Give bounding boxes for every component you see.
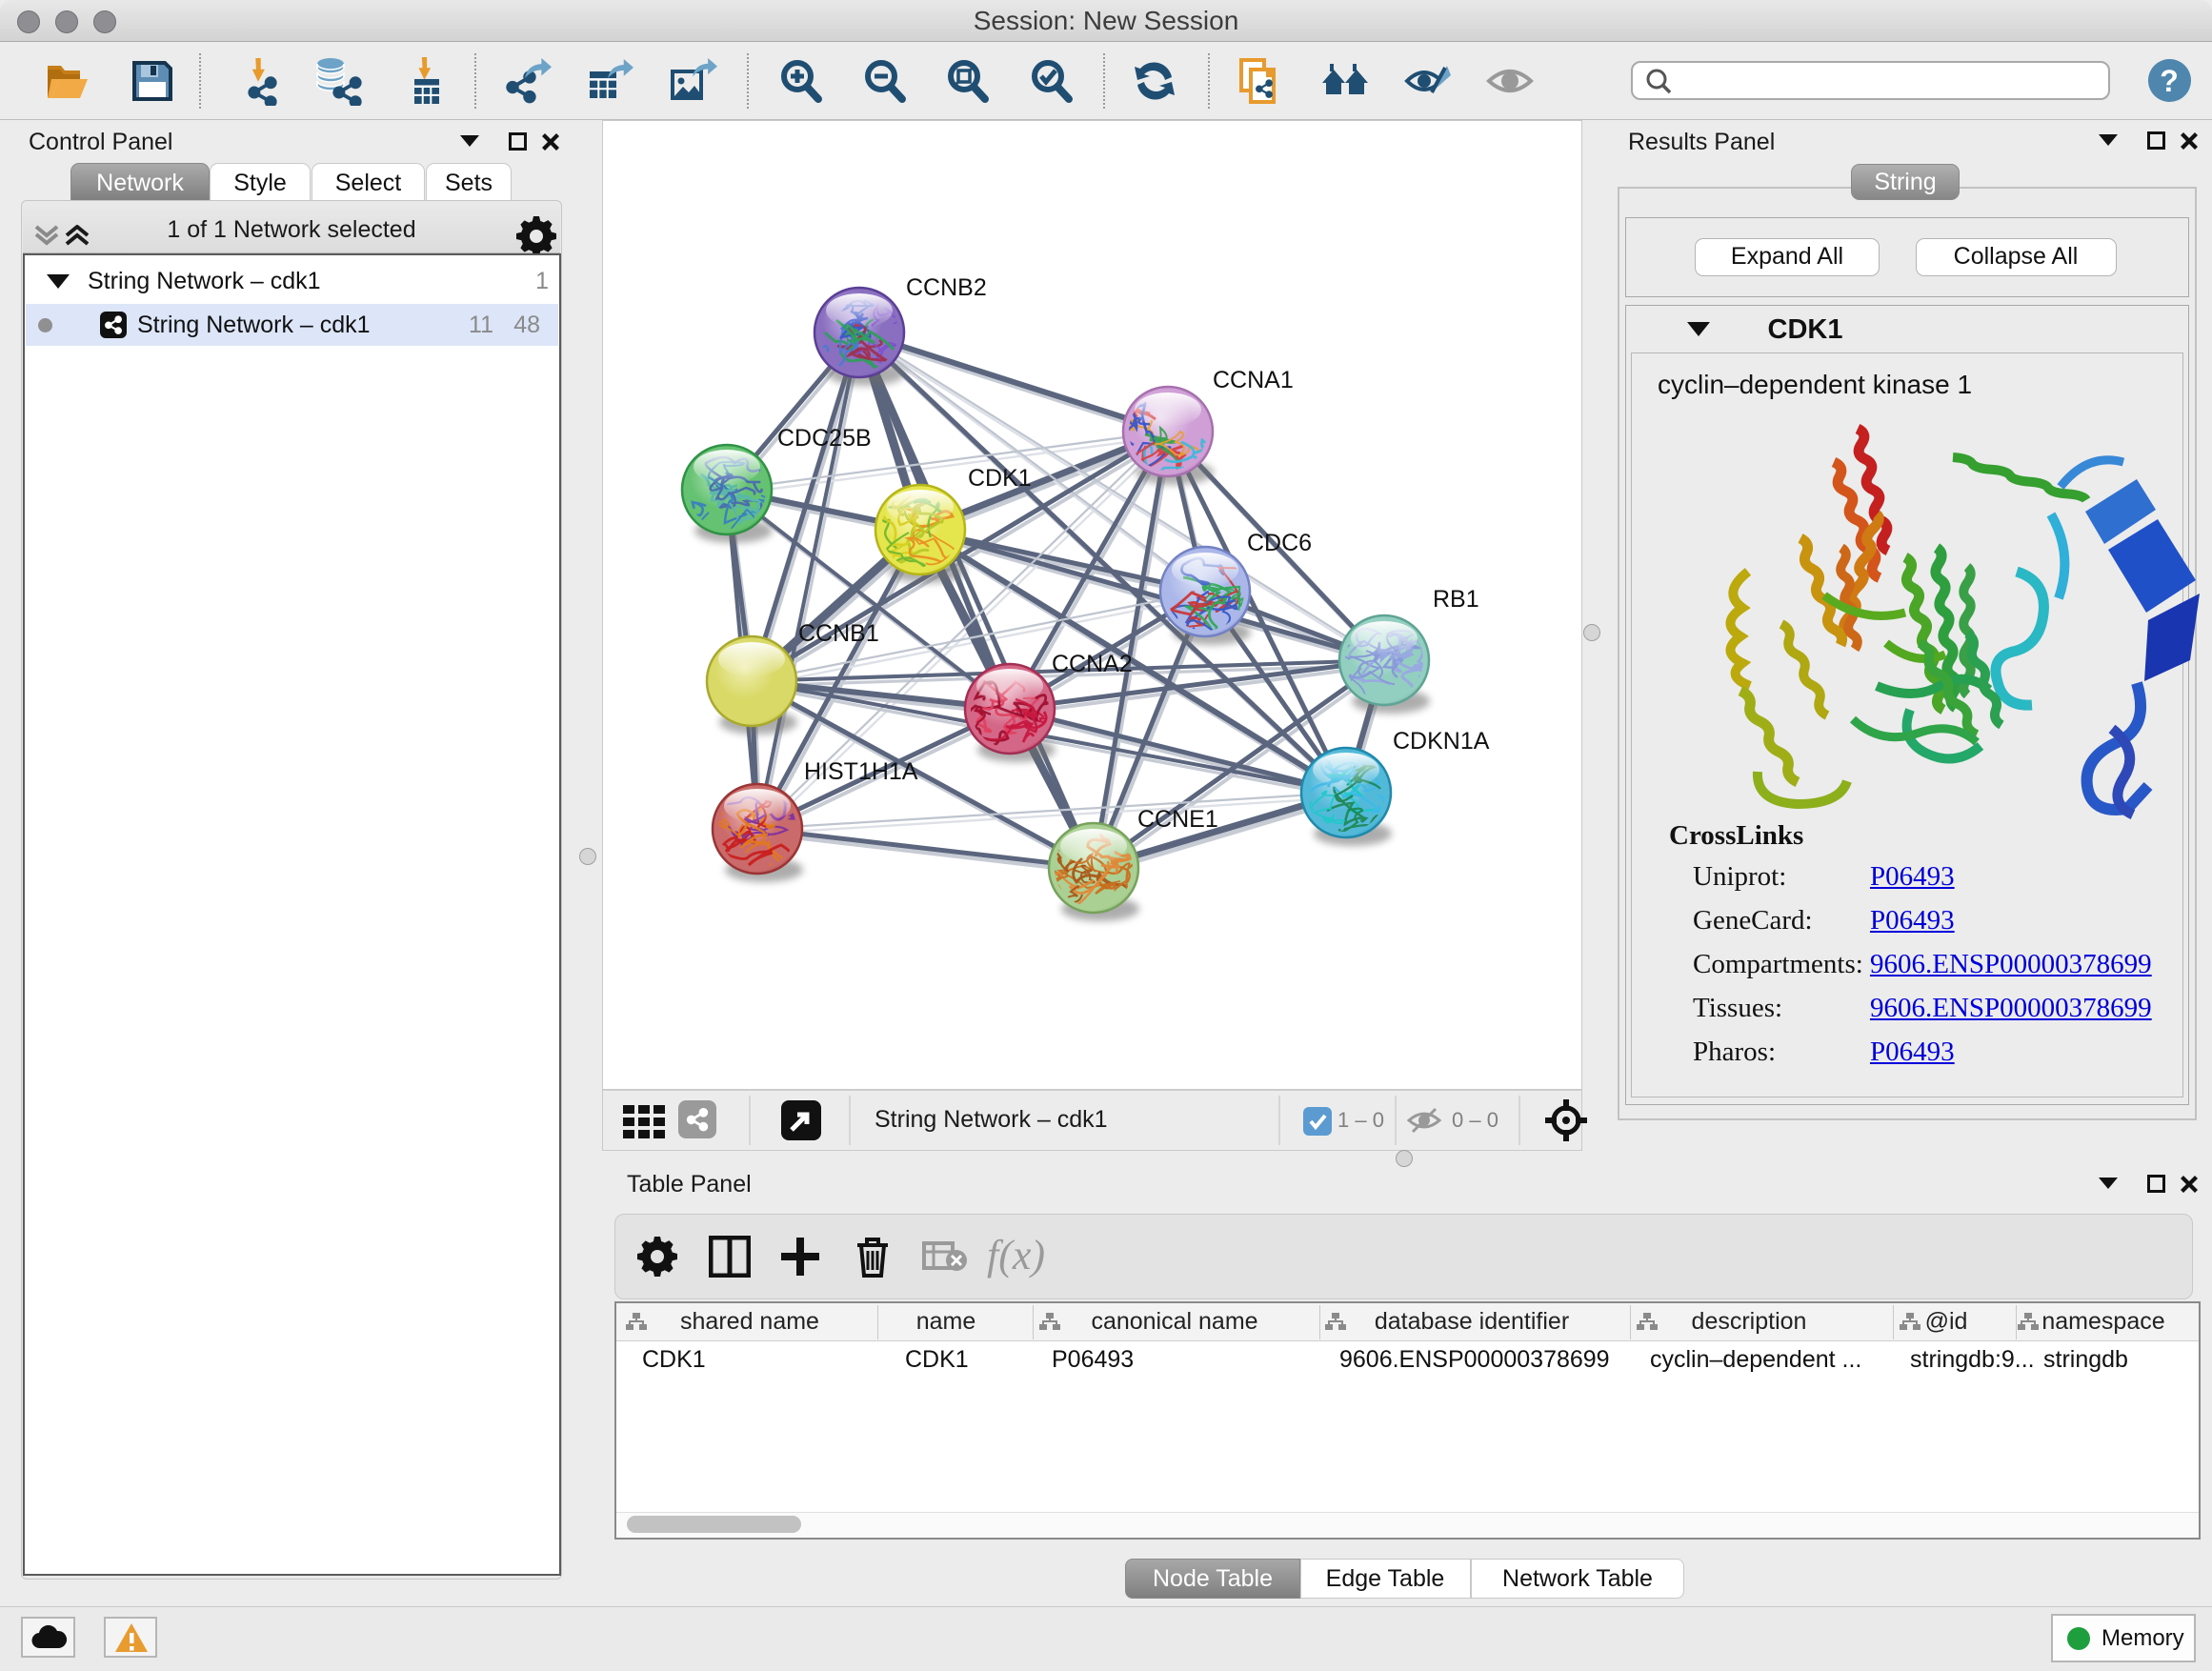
- svg-text:CDC25B: CDC25B: [777, 425, 872, 452]
- svg-text:CCNB1: CCNB1: [798, 620, 879, 647]
- svg-text:RB1: RB1: [1433, 586, 1479, 613]
- svg-text:CCNB2: CCNB2: [906, 274, 987, 301]
- svg-text:CCNA1: CCNA1: [1213, 367, 1294, 393]
- svg-text:CDK1: CDK1: [968, 465, 1032, 492]
- svg-text:CDC6: CDC6: [1247, 530, 1312, 556]
- svg-text:CCNA2: CCNA2: [1052, 651, 1133, 677]
- svg-text:CCNE1: CCNE1: [1137, 806, 1218, 833]
- svg-text:CDKN1A: CDKN1A: [1393, 728, 1490, 755]
- svg-text:HIST1H1A: HIST1H1A: [804, 758, 918, 785]
